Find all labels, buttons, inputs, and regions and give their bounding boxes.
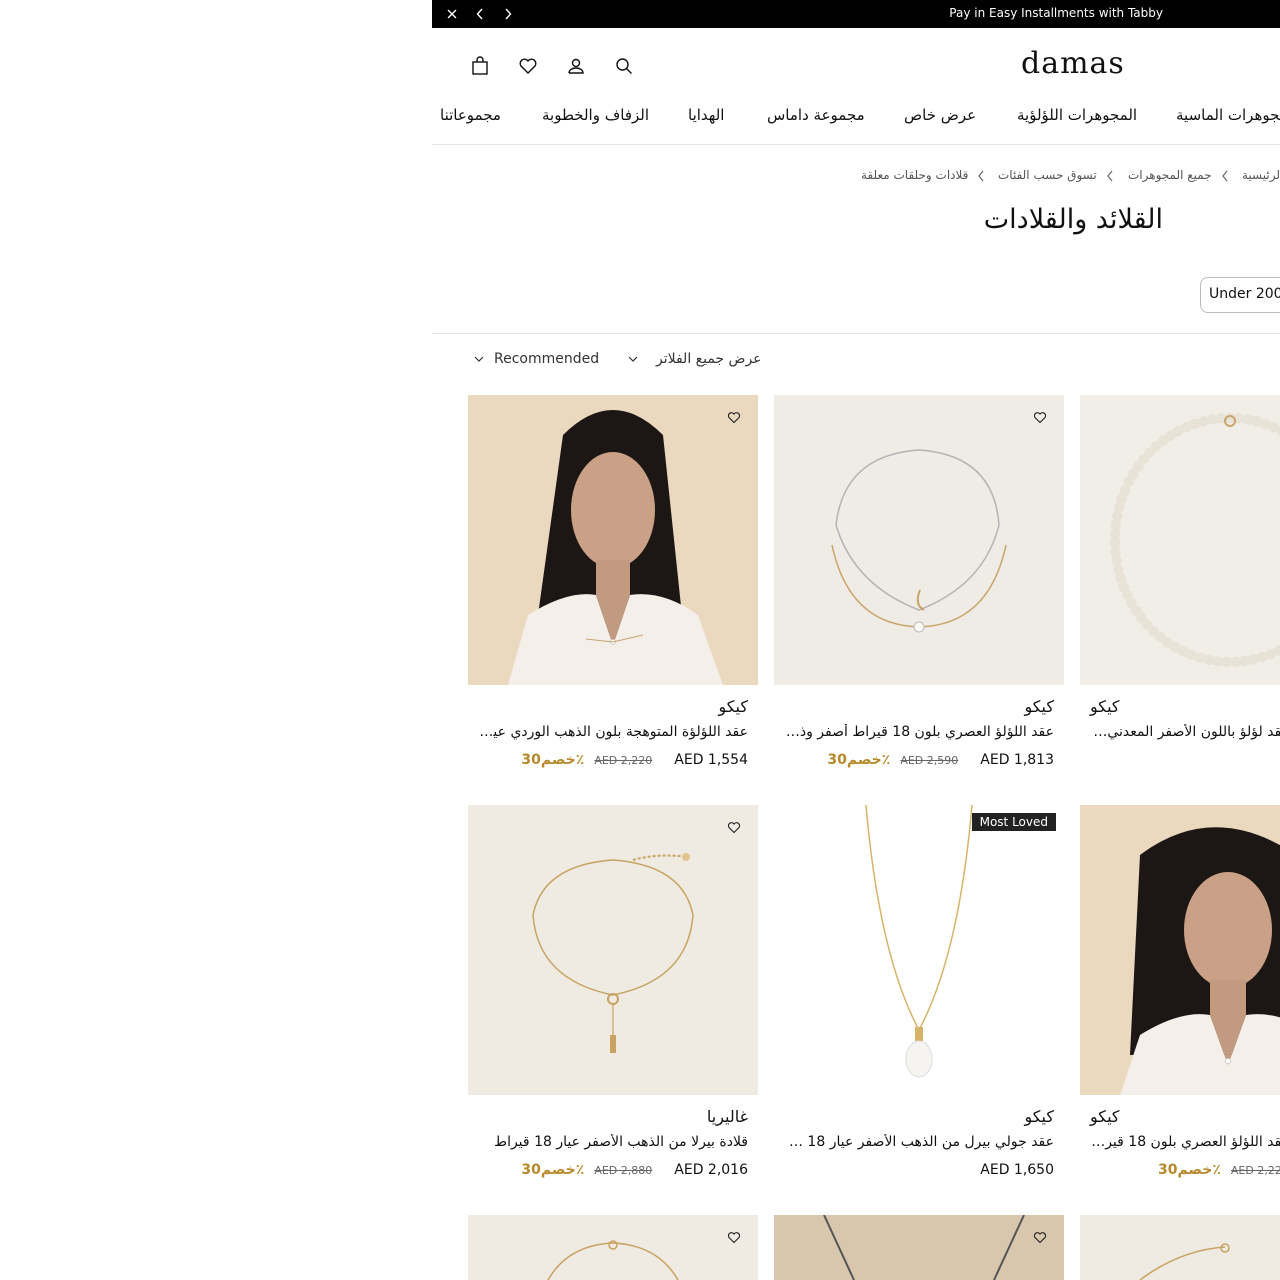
heart-icon[interactable] [726, 409, 742, 425]
main-nav: مجموعاتنا الزفاف والخطوبة الهدايا مجموعة… [432, 106, 1280, 130]
discount-label: خصم30٪ [521, 1162, 585, 1178]
heart-icon[interactable] [726, 1229, 742, 1245]
search-icon[interactable] [612, 54, 636, 78]
nav-item-collections[interactable]: مجموعاتنا [440, 106, 501, 124]
original-price: AED 2,220 [594, 754, 653, 767]
filters-label: عرض جميع الفلاتر [656, 351, 762, 367]
heart-icon[interactable] [1032, 1229, 1048, 1245]
original-price: AED 2,880 [594, 1164, 653, 1177]
price-row: خصم30٪ AED 2,220 [1158, 1159, 1280, 1178]
price-row: خصم30٪ AED 2,880 AED 2,016 [521, 1159, 748, 1178]
price-row: خصم30٪ AED 2,590 AED 1,813 [827, 749, 1054, 768]
current-price: AED 2,016 [674, 1162, 748, 1178]
product-image[interactable] [774, 1215, 1064, 1280]
damas-logo[interactable]: damas [1021, 46, 1125, 81]
shopping-bag-icon[interactable] [468, 54, 492, 78]
product-image[interactable] [774, 395, 1064, 685]
original-price: AED 2,590 [900, 754, 959, 767]
current-price: AED 1,813 [980, 752, 1054, 768]
breadcrumb: الرئيسية جميع المجوهرات تسوق حسب الفئات … [432, 168, 1280, 186]
product-name[interactable]: عقد اللؤلؤ العصري بلون 18 قيراط أصفر وذه… [784, 724, 1054, 740]
most-loved-badge: Most Loved [971, 813, 1056, 831]
all-filters-button[interactable]: عرض جميع الفلاتر [628, 351, 762, 371]
nav-item-special-offer[interactable]: عرض خاص [904, 106, 976, 124]
heart-icon[interactable] [726, 819, 742, 835]
discount-label: خصم30٪ [521, 752, 585, 768]
nav-item-bridal[interactable]: الزفاف والخطوبة [542, 106, 649, 124]
heart-icon[interactable] [1032, 409, 1048, 425]
price-row: AED 1,650 [980, 1159, 1054, 1178]
price-filter-chip[interactable]: Under 200 [1200, 277, 1280, 313]
user-icon[interactable] [564, 54, 588, 78]
announcement-bar: Pay in Easy Installments with Tabby [432, 0, 1280, 28]
product-brand: كيكو [1024, 697, 1054, 716]
discount-label: خصم30٪ [1158, 1162, 1221, 1178]
product-image[interactable] [468, 1215, 758, 1280]
nav-divider [432, 144, 1280, 145]
sort-label: Recommended [494, 351, 600, 367]
chevron-right-icon[interactable] [498, 4, 518, 24]
product-brand: كيكو [1090, 1107, 1120, 1126]
discount-label: خصم30٪ [827, 752, 891, 768]
sort-dropdown[interactable]: Recommended [474, 351, 599, 371]
product-image[interactable] [468, 395, 758, 685]
breadcrumb-shop-by-category[interactable]: تسوق حسب الفئات [998, 168, 1097, 182]
product-name[interactable]: عقد لؤلؤ باللون الأصفر المعدني 18 قيراط [1090, 724, 1280, 740]
chevron-down-icon [628, 356, 638, 362]
chevron-left-icon [978, 170, 984, 182]
product-image[interactable] [468, 805, 758, 1095]
product-image[interactable] [1080, 805, 1280, 1095]
original-price: AED 2,220 [1230, 1164, 1280, 1177]
nav-item-gifts[interactable]: الهدايا [688, 106, 724, 124]
product-brand: كيكو [718, 697, 748, 716]
product-image[interactable] [1080, 395, 1280, 685]
current-price: AED 1,554 [674, 752, 748, 768]
current-price: AED 1,650 [980, 1162, 1054, 1178]
product-name[interactable]: عقد جولي بيرل من الذهب الأصفر عيار 18 عي… [784, 1134, 1054, 1150]
product-brand: غاليريا [706, 1107, 748, 1126]
announcement-text[interactable]: Pay in Easy Installments with Tabby [949, 6, 1163, 20]
product-image[interactable] [1080, 1215, 1280, 1280]
product-brand: كيكو [1024, 1107, 1054, 1126]
product-name[interactable]: قلادة بيرلا من الذهب الأصفر عيار 18 قيرا… [478, 1134, 748, 1150]
heart-icon[interactable] [516, 54, 540, 78]
nav-item-pearl[interactable]: المجوهرات اللؤلؤية [1017, 106, 1137, 124]
product-image[interactable]: Most Loved [774, 805, 1064, 1095]
product-name[interactable]: عقد اللؤلؤ العصري بلون 18 قيراط أصفر وذه… [1090, 1134, 1280, 1150]
chevron-left-icon [1222, 170, 1228, 182]
breadcrumb-all-jewellery[interactable]: جميع المجوهرات [1128, 168, 1212, 182]
product-name[interactable]: عقد اللؤلؤة المتوهجة بلون الذهب الوردي ع… [478, 724, 748, 740]
breadcrumb-current: قلادات وحلقات معلقة [861, 168, 969, 182]
nav-item-diamond[interactable]: المجوهرات الماسية [1176, 106, 1280, 124]
close-icon[interactable] [442, 4, 462, 24]
price-row: خصم30٪ AED 2,220 AED 1,554 [521, 749, 748, 768]
breadcrumb-home[interactable]: الرئيسية [1242, 168, 1280, 182]
chevron-left-icon[interactable] [470, 4, 490, 24]
page-viewport: Pay in Easy Installments with Tabby dama… [432, 0, 1280, 1280]
nav-item-damas-collection[interactable]: مجموعة داماس [767, 106, 865, 124]
chevron-left-icon [1107, 170, 1113, 182]
page-title: القلائد والقلادات [983, 204, 1163, 235]
product-brand: كيكو [1090, 697, 1120, 716]
chevron-down-icon [474, 356, 484, 362]
section-divider [432, 333, 1280, 334]
